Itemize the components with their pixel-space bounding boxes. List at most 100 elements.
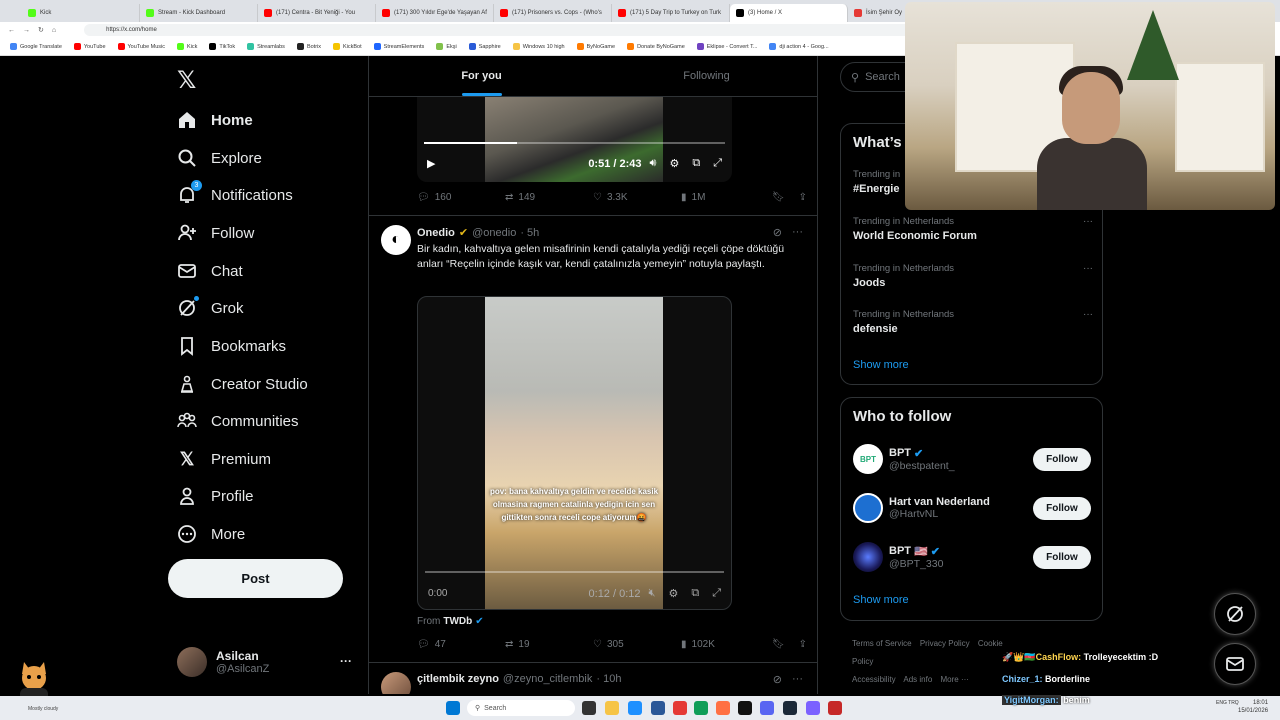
more-dots-icon[interactable]: ··· bbox=[1083, 309, 1093, 320]
follow-button[interactable]: Follow bbox=[1033, 496, 1091, 520]
bookmark-item[interactable]: Google Translate bbox=[10, 43, 62, 50]
bookmark-icon[interactable]: 🔖︎ bbox=[772, 192, 785, 203]
bookmark-icon[interactable]: 🔖︎ bbox=[772, 639, 785, 650]
post-button[interactable]: Post bbox=[168, 559, 343, 598]
more-dots-icon[interactable]: ··· bbox=[1083, 263, 1093, 274]
mail-icon[interactable] bbox=[628, 701, 642, 715]
more-dots-icon[interactable]: ··· bbox=[1083, 216, 1093, 227]
video-seek-bar[interactable] bbox=[424, 142, 725, 144]
nav-profile[interactable]: Profile bbox=[177, 484, 254, 508]
settings-icon[interactable]: ⚙ bbox=[669, 157, 679, 170]
nav-premium[interactable]: 𝕏 Premium bbox=[177, 447, 271, 471]
views-button[interactable]: ▮ 102K bbox=[681, 639, 769, 650]
nav-home[interactable]: Home bbox=[177, 108, 253, 132]
account-switcher[interactable]: Asilcan @AsilcanZ ··· bbox=[177, 642, 357, 682]
bookmark-item[interactable]: Botrix bbox=[296, 43, 321, 50]
views-button[interactable]: ▮ 1M bbox=[681, 192, 769, 203]
author-name[interactable]: çitlembik zeyno bbox=[417, 673, 499, 685]
video-seek-bar[interactable] bbox=[425, 571, 724, 573]
follow-button[interactable]: Follow bbox=[1033, 447, 1091, 471]
browser-tab[interactable]: (171) Centra - Bit Yeniği - You bbox=[258, 4, 376, 22]
show-more-link[interactable]: Show more bbox=[853, 359, 909, 371]
forward-icon[interactable]: → bbox=[23, 27, 30, 34]
pip-icon[interactable]: ⧉ bbox=[692, 157, 700, 170]
follow-suggestion[interactable]: Hart van Nederland @HartvNL Follow bbox=[853, 491, 1091, 525]
url-input[interactable]: https://x.com/home bbox=[84, 24, 945, 36]
avatar[interactable] bbox=[381, 672, 411, 694]
follow-suggestion[interactable]: BPT 🇺🇸 ✔ @BPT_330 Follow bbox=[853, 540, 1091, 574]
steam-icon[interactable] bbox=[783, 701, 797, 715]
nav-more[interactable]: More bbox=[177, 522, 245, 546]
browser-tab[interactable]: (3) Home / X bbox=[730, 4, 848, 22]
tweet-time[interactable]: · 5h bbox=[520, 227, 539, 239]
weather-text[interactable]: Mostly cloudy bbox=[28, 706, 58, 712]
home-icon[interactable]: ⌂ bbox=[52, 27, 56, 34]
tweet-time[interactable]: · 10h bbox=[596, 673, 621, 685]
reload-icon[interactable]: ↻ bbox=[38, 26, 44, 34]
x-logo-icon[interactable]: 𝕏 bbox=[177, 66, 196, 94]
show-more-link[interactable]: Show more bbox=[853, 594, 909, 606]
nav-explore[interactable]: Explore bbox=[177, 146, 262, 170]
footer-link[interactable]: Ads info bbox=[903, 675, 932, 684]
browser-tab[interactable]: Kick bbox=[22, 4, 140, 22]
fullscreen-icon[interactable]: ⤢ bbox=[713, 157, 722, 170]
like-button[interactable]: ♡ 3.3K bbox=[593, 192, 681, 203]
nav-chat[interactable]: Chat bbox=[177, 259, 243, 283]
start-icon[interactable] bbox=[446, 701, 460, 715]
share-icon[interactable]: ⇪ bbox=[799, 639, 807, 650]
back-icon[interactable]: ← bbox=[8, 27, 15, 34]
clock[interactable]: 18:01 15/01/2026 bbox=[1238, 699, 1268, 715]
discord-icon[interactable] bbox=[760, 701, 774, 715]
volume-icon[interactable]: 🔊︎ bbox=[650, 157, 657, 170]
taskbar-search[interactable]: ⚲ Search bbox=[467, 700, 575, 716]
bookmark-item[interactable]: YouTube bbox=[73, 43, 106, 50]
tab-for-you[interactable]: For you bbox=[369, 56, 594, 96]
nav-notifications[interactable]: 3 Notifications bbox=[177, 180, 293, 207]
obs-icon[interactable] bbox=[806, 701, 820, 715]
store-icon[interactable] bbox=[651, 701, 665, 715]
trend-item[interactable]: Trending in Netherlands defensie ··· bbox=[853, 309, 1093, 335]
fullscreen-icon[interactable]: ⤢ bbox=[712, 587, 721, 600]
bookmark-item[interactable]: Windows 10 high bbox=[512, 43, 565, 50]
author-handle[interactable]: @zeyno_citlembik bbox=[503, 673, 592, 685]
record-icon[interactable] bbox=[828, 701, 842, 715]
reply-button[interactable]: 💬︎ 47 bbox=[417, 639, 505, 650]
nav-grok[interactable]: Grok bbox=[177, 296, 244, 320]
bookmark-item[interactable]: Sapphire bbox=[468, 43, 501, 50]
tab-following[interactable]: Following bbox=[594, 56, 817, 96]
bookmark-item[interactable]: Eklipse - Convert T... bbox=[696, 43, 757, 50]
bookmark-item[interactable]: StreamElements bbox=[373, 43, 424, 50]
footer-link[interactable]: More ··· bbox=[941, 675, 969, 684]
opera-icon[interactable] bbox=[673, 701, 687, 715]
follow-button[interactable]: Follow bbox=[1033, 545, 1091, 569]
play-icon[interactable]: ▶ bbox=[427, 157, 435, 170]
footer-link[interactable]: Terms of Service bbox=[852, 639, 912, 648]
more-dots-icon[interactable]: ··· bbox=[792, 673, 803, 686]
bookmark-item[interactable]: Streamlabs bbox=[247, 43, 285, 50]
trend-item[interactable]: Trending in Netherlands Joods ··· bbox=[853, 263, 1093, 289]
bookmark-item[interactable]: Donate ByNoGame bbox=[627, 43, 685, 50]
avatar[interactable]: ◐ bbox=[381, 225, 411, 255]
grok-icon[interactable]: ⊘ bbox=[773, 226, 782, 239]
file-explorer-icon[interactable] bbox=[605, 701, 619, 715]
browser-tab[interactable]: (171) 5 Day Trip to Turkey on Turk bbox=[612, 4, 730, 22]
bookmark-item[interactable]: Kick bbox=[177, 43, 197, 50]
nav-follow[interactable]: Follow bbox=[177, 221, 254, 245]
task-view-icon[interactable] bbox=[582, 701, 596, 715]
bookmark-item[interactable]: YouTube Music bbox=[117, 43, 165, 50]
mute-icon[interactable]: 🔇︎ bbox=[649, 587, 656, 600]
bookmark-item[interactable]: ByNoGame bbox=[576, 43, 615, 50]
video-player[interactable]: pov: bana kahvaltıya geldin ve recelde k… bbox=[417, 296, 732, 610]
video-player[interactable]: ▶ 0:51 / 2:43 🔊︎ ⚙ ⧉ ⤢ bbox=[417, 96, 732, 182]
repost-button[interactable]: ⇄ 19 bbox=[505, 639, 593, 650]
nav-creator-studio[interactable]: Creator Studio bbox=[177, 372, 308, 396]
language-indicator[interactable]: ENG TRQ bbox=[1216, 700, 1239, 707]
browser-tab[interactable]: Stream - Kick Dashboard bbox=[140, 4, 258, 22]
author-handle[interactable]: @onedio bbox=[472, 227, 516, 239]
messages-fab-button[interactable] bbox=[1214, 643, 1256, 685]
bookmark-item[interactable]: Ekşi bbox=[436, 43, 457, 50]
share-icon[interactable]: ⇪ bbox=[799, 192, 807, 203]
source-account[interactable]: TWDb bbox=[443, 616, 472, 627]
author-name[interactable]: Onedio bbox=[417, 227, 455, 239]
repost-button[interactable]: ⇄ 149 bbox=[505, 192, 593, 203]
